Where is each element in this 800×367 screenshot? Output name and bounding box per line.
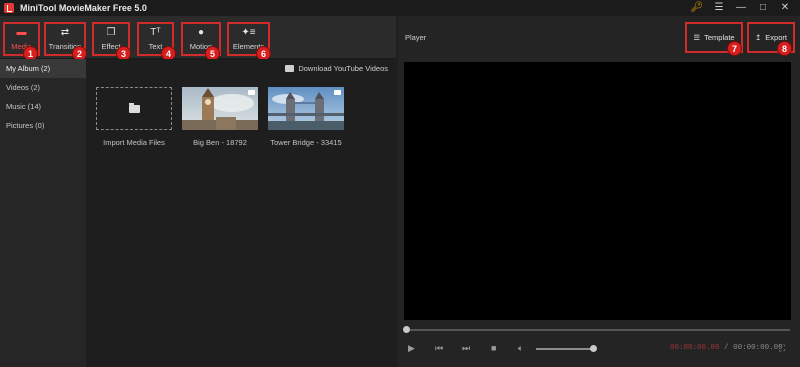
seek-handle[interactable] [403,326,410,333]
import-media-tile[interactable] [96,87,172,130]
player-title: Player [405,33,427,42]
sidebar-item-music[interactable]: Music (14) [0,97,86,116]
sidebar-item-my-album[interactable]: My Album (2) [0,59,86,78]
stop-icon[interactable]: ■ [491,343,496,353]
time-separator: / [724,344,729,352]
swap-arrows-icon: ⇄ [60,27,70,38]
current-time: 00:00:00.00 [670,344,720,352]
timecode: 00:00:00.00 / 00:00:00.00 [670,344,783,352]
menu-icon[interactable]: ☰ [708,0,730,16]
library-sidebar: My Album (2) Videos (2) Music (14) Pictu… [0,59,86,367]
volume-icon[interactable]: 🔈︎ [518,343,523,354]
video-camera-icon [248,90,255,95]
tab-text-label: Text [148,42,163,51]
download-youtube-label: Download YouTube Videos [298,64,388,73]
app-logo-icon [4,3,14,13]
video-camera-icon [334,90,341,95]
maximize-icon[interactable]: □ [752,0,774,16]
folder-icon [128,102,140,113]
layers-icon: ☰ [693,33,701,42]
media-thumbnail-big-ben[interactable] [182,87,258,130]
minimize-icon[interactable]: — [730,0,752,16]
previous-frame-icon[interactable]: ⏮︎ [435,343,443,354]
next-frame-icon[interactable]: ⏭︎ [462,343,470,354]
folder-icon: ▬ [16,27,27,38]
download-youtube-link[interactable]: Download YouTube Videos [86,59,396,78]
total-time: 00:00:00.00 [733,344,783,352]
library-panel: ▬ Media ⇄ Transition ❐ Effect Tᵀ Text ● … [0,16,396,367]
step-badge: 7 [727,41,742,56]
step-badge: 8 [777,41,792,56]
tile-label: Tower Bridge - 33415 [270,138,342,147]
export-icon: ↥ [755,33,762,42]
library-toolbar: ▬ Media ⇄ Transition ❐ Effect Tᵀ Text ● … [0,16,396,59]
layers-icon: ❐ [106,27,116,38]
tile-label: Big Ben - 18792 [193,138,247,147]
sidebar-item-videos[interactable]: Videos (2) [0,78,86,97]
window-controls: 🔑︎ ☰ — □ ✕ [686,0,796,16]
tower-bridge-thumbnail-image [268,87,344,130]
motion-icon: ● [197,27,205,38]
close-icon[interactable]: ✕ [774,0,796,16]
media-thumbnail-tower-bridge[interactable] [268,87,344,130]
media-grid: Download YouTube Videos Import Media Fil… [86,59,396,367]
player-panel: Player ☰ Template ↥ Export 7 8 ▶ ⏮︎ ⏭︎ ■… [398,16,800,367]
sidebar-item-pictures[interactable]: Pictures (0) [0,116,86,135]
fullscreen-icon[interactable]: ⛶ [779,343,785,354]
template-label: Template [704,33,735,42]
player-header: Player ☰ Template ↥ Export 7 8 [398,16,800,59]
sparkle-icon: ✦≡ [241,27,256,38]
app-title: MiniTool MovieMaker Free 5.0 [20,3,147,13]
seek-bar[interactable] [403,326,790,333]
download-icon [285,65,295,72]
tile-label: Import Media Files [103,138,165,147]
text-icon: Tᵀ [150,27,161,38]
video-preview[interactable] [404,62,791,320]
volume-slider[interactable] [536,345,597,352]
big-ben-thumbnail-image [182,87,258,130]
title-bar: MiniTool MovieMaker Free 5.0 🔑︎ ☰ — □ ✕ [0,0,800,16]
key-icon[interactable]: 🔑︎ [686,0,708,16]
play-icon[interactable]: ▶ [408,343,415,354]
volume-handle[interactable] [590,345,597,352]
